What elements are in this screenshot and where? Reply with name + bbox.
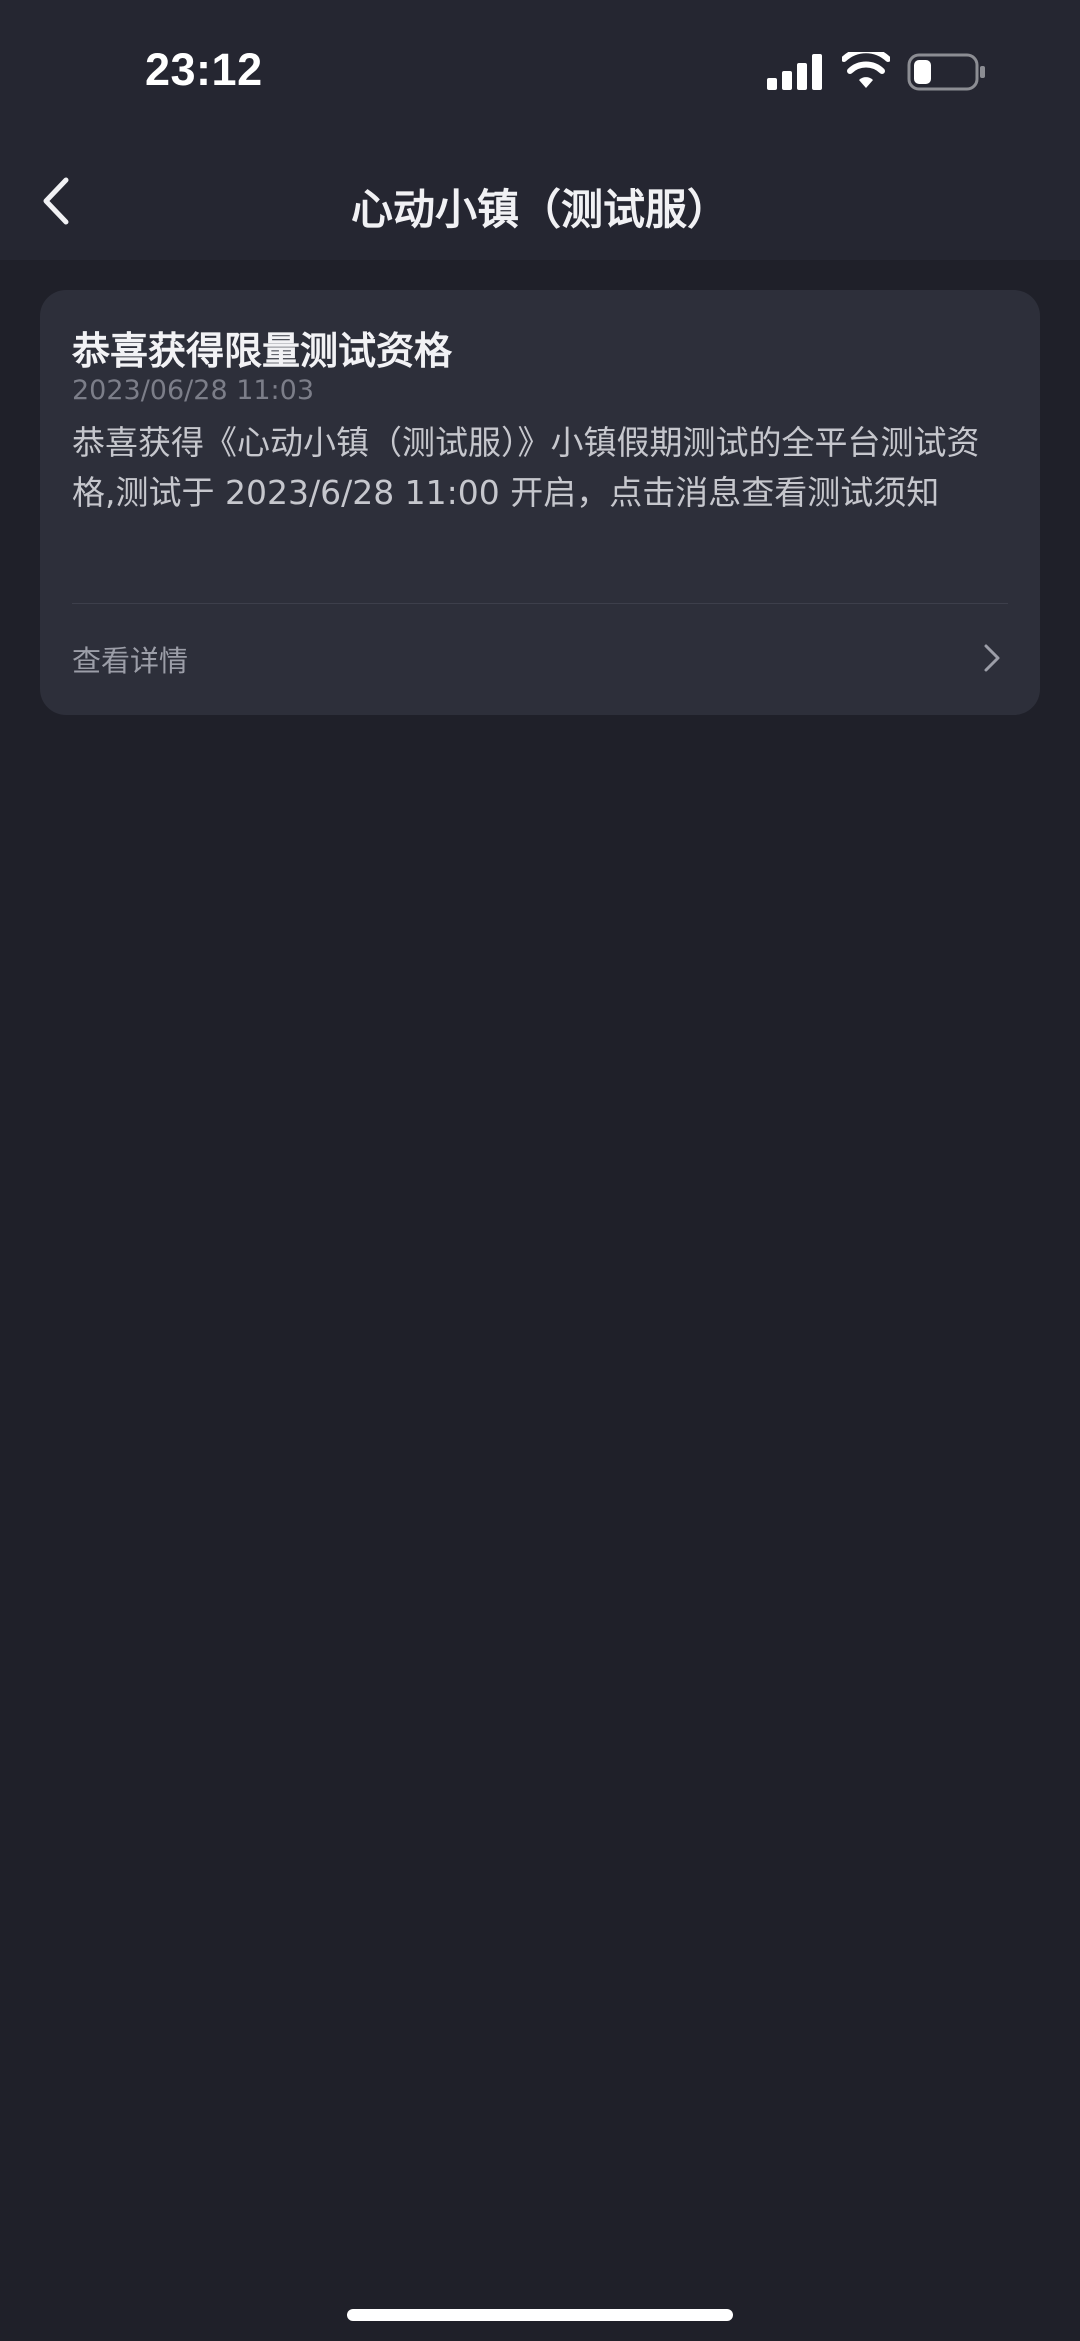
page-title: 心动小镇（测试服） <box>350 185 729 234</box>
view-details-link[interactable]: 查看详情 <box>40 604 1040 714</box>
status-bar: 23:12 <box>0 0 1080 140</box>
home-indicator[interactable] <box>347 2309 733 2321</box>
chevron-right-icon <box>984 644 1000 672</box>
view-details-label: 查看详情 <box>72 644 189 678</box>
message-card[interactable]: 恭喜获得限量测试资格 2023/06/28 11:03 恭喜获得《心动小镇（测试… <box>40 290 1040 715</box>
message-timestamp: 2023/06/28 11:03 <box>72 375 315 406</box>
status-time: 23:12 <box>145 44 263 95</box>
message-body: 恭喜获得《心动小镇（测试服）》小镇假期测试的全平台测试资格,测试于 2023/6… <box>72 423 980 512</box>
navigation-bar: 心动小镇（测试服） <box>0 140 1080 260</box>
message-title: 恭喜获得限量测试资格 <box>72 329 453 373</box>
cellular-signal-icon <box>767 54 822 90</box>
wifi-icon <box>842 52 890 88</box>
battery-icon <box>907 53 985 91</box>
